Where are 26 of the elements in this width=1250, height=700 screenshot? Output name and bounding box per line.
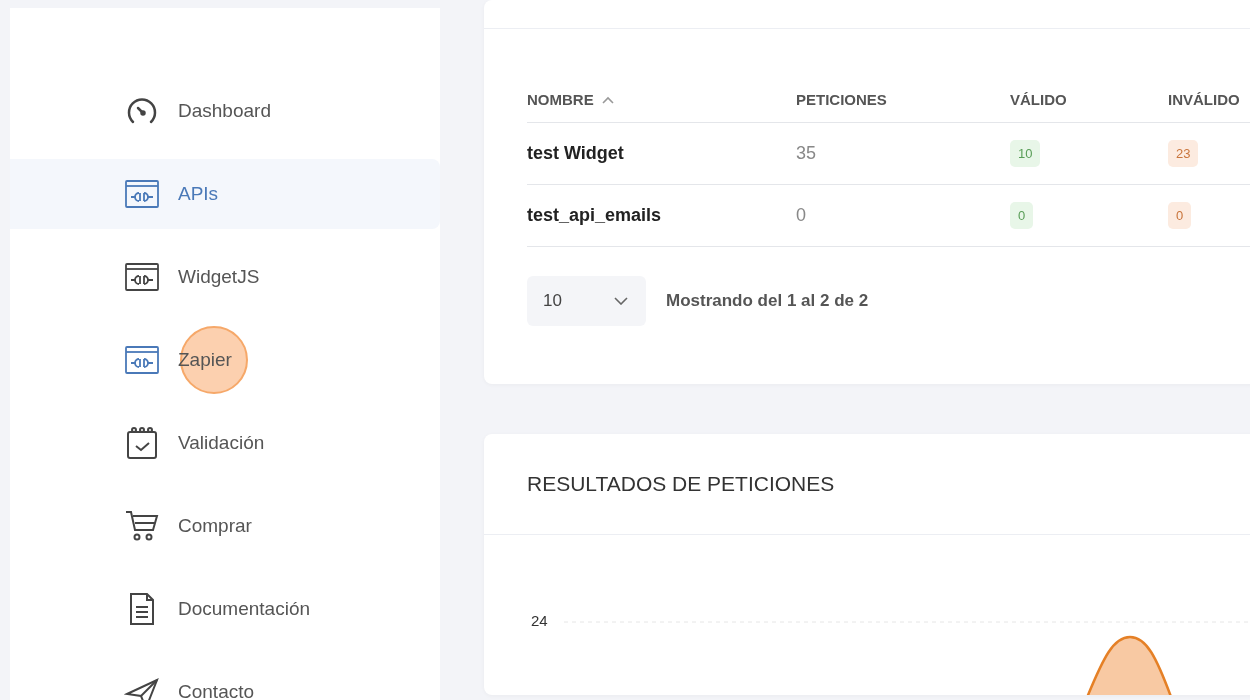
table-cell-text: test_api_emails xyxy=(527,205,663,226)
table-cell-text: 35 xyxy=(796,143,818,164)
table-cell-text: test Widget xyxy=(527,143,625,164)
sidebar-item[interactable]: Contacto xyxy=(10,657,440,700)
card-title: RESULTADOS DE PETICIONES xyxy=(484,434,1250,535)
sidebar-item[interactable]: APIs xyxy=(10,159,440,229)
column-header[interactable]: VÁLIDO xyxy=(1010,91,1168,108)
valid-count-badge: 0 xyxy=(1010,202,1034,229)
column-header[interactable]: NOMBRE xyxy=(527,91,796,108)
calendar-check-icon xyxy=(124,425,160,461)
sidebar-item[interactable]: Validación xyxy=(10,408,440,478)
column-header[interactable]: PETICIONES xyxy=(796,91,1010,108)
sidebar-item[interactable]: WidgetJS xyxy=(10,242,440,312)
column-header[interactable]: INVÁLIDO xyxy=(1168,91,1250,108)
invalid-count-badge: 0 xyxy=(1168,202,1192,229)
page-size-select[interactable]: 10 xyxy=(527,276,646,326)
sidebar-item[interactable]: Dashboard xyxy=(10,76,440,146)
y-axis-label: 24 xyxy=(531,612,548,629)
pagination-summary: Mostrando del 1 al 2 de 2 xyxy=(666,291,869,311)
sidebar-item[interactable]: Zapier xyxy=(10,325,440,395)
sidebar-item[interactable]: Documentación xyxy=(10,574,440,644)
table-cell-text: 0 xyxy=(796,205,807,226)
valid-count-badge: 10 xyxy=(1010,140,1041,167)
invalid-count-badge: 23 xyxy=(1168,140,1199,167)
chevron-down-icon xyxy=(614,297,628,305)
sidebar-item[interactable]: Comprar xyxy=(10,491,440,561)
